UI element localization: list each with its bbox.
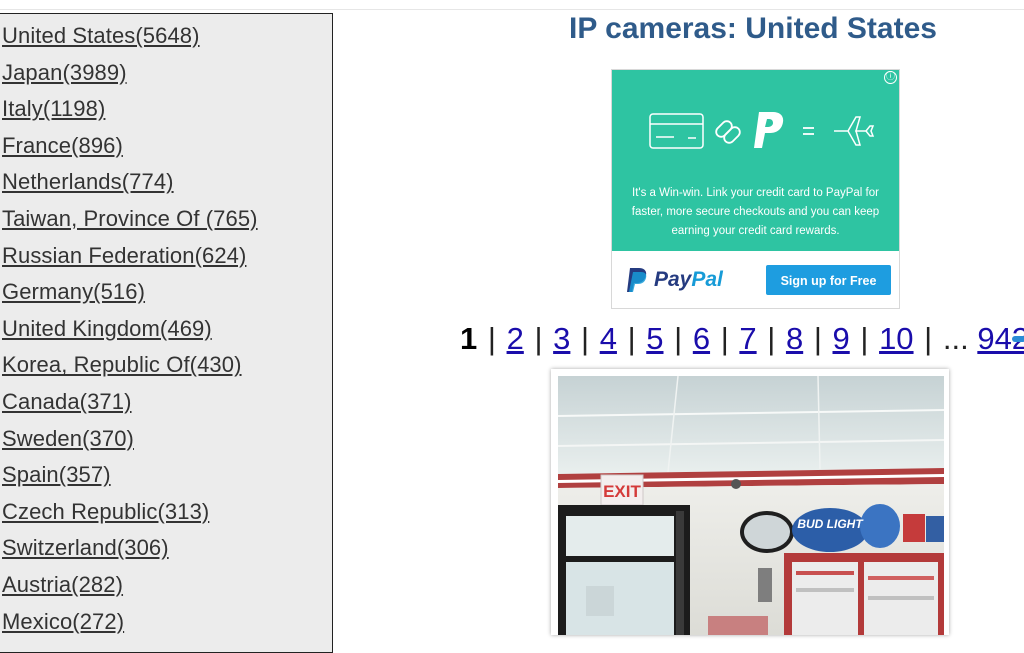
page-separator: | [767,321,776,356]
list-item: United Kingdom(469) [2,314,258,351]
ad-banner: ⓘ It's a Win-win. Link your credit card … [612,70,899,251]
country-link-canada[interactable]: Canada(371) [2,389,132,414]
page-separator: | [674,321,683,356]
link-icon [715,120,741,144]
credit-card-icon [649,113,704,149]
country-link-germany[interactable]: Germany(516) [2,279,145,304]
equals-icon [803,127,814,135]
country-link-korea[interactable]: Korea, Republic Of(430) [2,352,242,377]
list-item: Russian Federation(624) [2,241,258,278]
list-item: France(896) [2,131,258,168]
list-item: United States(5648) [2,21,258,58]
ad-info-icon[interactable]: ⓘ [884,71,897,84]
current-page: 1 [460,321,478,356]
top-divider [0,9,1024,10]
page-separator: | [860,321,869,356]
page-separator: | [813,321,822,356]
country-link-united-states[interactable]: United States(5648) [2,23,200,48]
page-separator: | [581,321,590,356]
ad-illustration [649,112,875,149]
page-separator: | [487,321,496,356]
list-item: Taiwan, Province Of (765) [2,204,258,241]
list-item: Switzerland(306) [2,533,258,570]
list-item: Austria(282) [2,570,258,607]
list-item: Czech Republic(313) [2,497,258,534]
country-link-switzerland[interactable]: Switzerland(306) [2,535,169,560]
country-link-france[interactable]: France(896) [2,133,123,158]
country-link-taiwan[interactable]: Taiwan, Province Of (765) [2,206,258,231]
camera-image[interactable]: EXIT BUD LIGHT [558,376,944,635]
list-item: Italy(1198) [2,94,258,131]
page-link-8[interactable]: 8 [786,321,803,356]
list-item: Mexico(272) [2,607,258,644]
page-link-10[interactable]: 10 [879,321,913,356]
page-link-4[interactable]: 4 [600,321,617,356]
page-link-7[interactable]: 7 [739,321,756,356]
page-link-5[interactable]: 5 [646,321,663,356]
list-item: Sweden(370) [2,424,258,461]
pagination: 1 | 2 | 3 | 4 | 5 | 6 | 7 | 8 | 9 | 10 |… [460,321,1024,357]
list-item: Germany(516) [2,277,258,314]
page-separator: | [534,321,543,356]
page-ellipsis: ... [942,321,969,356]
ad-footer: PayPal Sign up for Free [612,251,899,308]
paypal-logo-icon [627,268,647,292]
page-separator: | [627,321,636,356]
page-link-6[interactable]: 6 [693,321,710,356]
list-item: Korea, Republic Of(430) [2,350,258,387]
country-link-russia[interactable]: Russian Federation(624) [2,243,246,268]
list-item: Canada(371) [2,387,258,424]
list-item: Netherlands(774) [2,167,258,204]
list-item: Spain(357) [2,460,258,497]
camera-thumbnail[interactable]: EXIT BUD LIGHT [551,369,949,635]
list-item: Japan(3989) [2,58,258,95]
ad-description: It's a Win-win. Link your credit card to… [631,187,880,237]
country-link-spain[interactable]: Spain(357) [2,462,111,487]
country-sidebar: United States(5648) Japan(3989) Italy(11… [0,13,333,653]
page-link-3[interactable]: 3 [553,321,570,356]
paypal-logo: PayPal [626,267,723,293]
country-link-austria[interactable]: Austria(282) [2,572,123,597]
page-link-2[interactable]: 2 [507,321,524,356]
country-link-japan[interactable]: Japan(3989) [2,60,127,85]
page-title: IP cameras: United States [569,12,937,45]
paypal-ad[interactable]: ⓘ It's a Win-win. Link your credit card … [611,69,900,309]
page-separator: | [924,321,933,356]
country-link-netherlands[interactable]: Netherlands(774) [2,169,174,194]
bud-light-sign-text: BUD LIGHT [797,517,864,531]
country-link-mexico[interactable]: Mexico(272) [2,609,124,634]
paypal-wordmark: PayPal [654,268,723,291]
airplane-icon [834,116,875,146]
country-link-united-kingdom[interactable]: United Kingdom(469) [2,316,212,341]
exit-sign-text: EXIT [603,482,641,501]
next-arrow-icon[interactable] [1012,336,1024,342]
page-separator: | [720,321,729,356]
page-link-9[interactable]: 9 [833,321,850,356]
country-link-sweden[interactable]: Sweden(370) [2,426,134,451]
country-link-italy[interactable]: Italy(1198) [2,96,105,121]
country-list: United States(5648) Japan(3989) Italy(11… [2,21,258,643]
sign-up-button[interactable]: Sign up for Free [766,265,891,295]
country-link-czech-republic[interactable]: Czech Republic(313) [2,499,209,524]
paypal-p-icon [754,112,784,148]
